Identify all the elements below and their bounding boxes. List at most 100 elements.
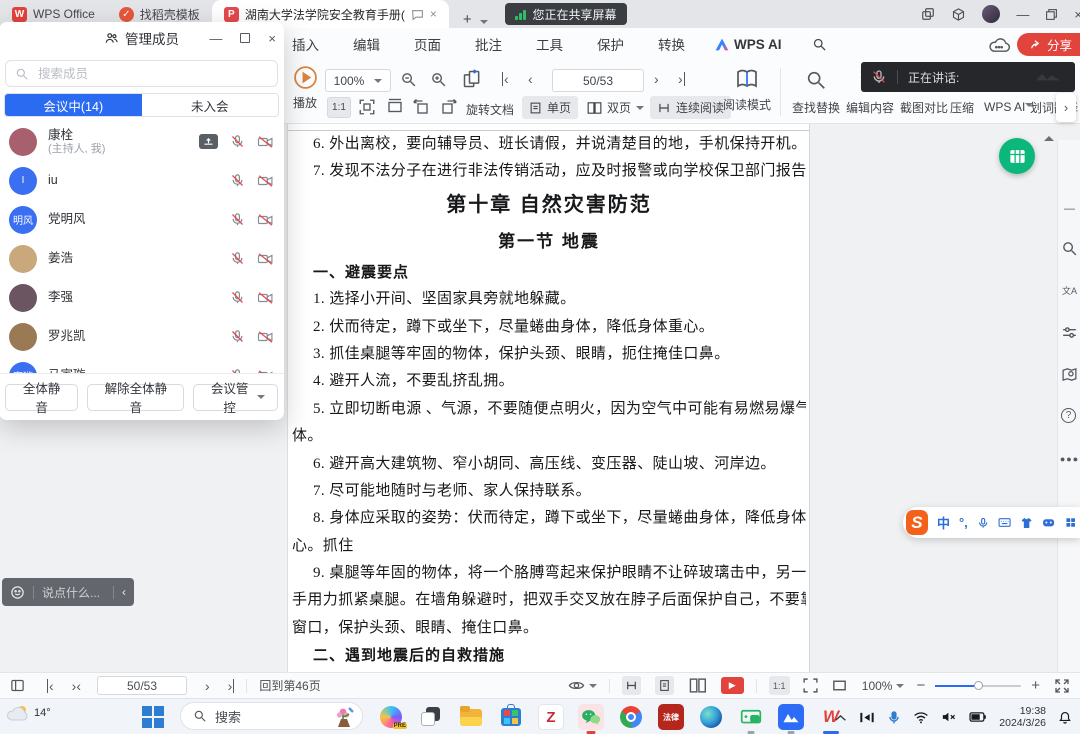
tray-expand-icon[interactable] xyxy=(834,713,847,722)
dock-search-icon[interactable] xyxy=(1061,240,1078,257)
camera-muted-icon[interactable] xyxy=(257,252,274,266)
start-button[interactable] xyxy=(140,704,166,730)
status-zoom-select[interactable]: 100% xyxy=(862,679,905,693)
restore-button[interactable] xyxy=(1045,8,1058,21)
chat-input-placeholder[interactable]: 说点什么... xyxy=(42,584,105,601)
last-page-button[interactable]: › xyxy=(678,72,685,86)
file-explorer-button[interactable] xyxy=(458,704,484,730)
member-search-input[interactable] xyxy=(36,66,268,82)
punctuation-icon[interactable]: °, xyxy=(959,515,968,530)
cloud-sync-icon[interactable] xyxy=(988,36,1010,53)
camera-muted-icon[interactable] xyxy=(257,330,274,344)
rotate-left-icon[interactable] xyxy=(412,98,430,116)
member-row[interactable]: I iu xyxy=(0,161,284,200)
tab-close-icon[interactable]: × xyxy=(430,7,437,21)
member-row[interactable]: 家璇 马家璇 xyxy=(0,356,284,373)
member-row[interactable]: 明风 党明风 xyxy=(0,200,284,239)
view-options-button[interactable] xyxy=(568,679,597,692)
collapse-chat-icon[interactable]: ‹ xyxy=(122,585,126,599)
status-continuous-icon[interactable] xyxy=(622,676,641,695)
meeting-app-button[interactable] xyxy=(778,704,804,730)
camera-muted-icon[interactable] xyxy=(257,213,274,227)
mic-muted-icon[interactable] xyxy=(230,134,245,149)
status-next-page-button[interactable]: › xyxy=(205,679,210,693)
pdf-page[interactable]: 6. 外出离校，要向辅导员、班长请假，并说清楚目的地，手机保持开机。7. 发现不… xyxy=(287,124,810,672)
mic-muted-icon[interactable] xyxy=(230,329,245,344)
menu-item[interactable]: 插入 xyxy=(292,34,319,54)
menu-item[interactable]: 页面 xyxy=(414,34,441,54)
mic-muted-icon[interactable] xyxy=(230,251,245,266)
dock-settings-sliders-icon[interactable] xyxy=(1061,324,1078,341)
ribbon-collapse-button[interactable]: › xyxy=(1056,93,1076,122)
zoom-out-button[interactable]: − xyxy=(916,677,925,694)
meeting-control-button[interactable]: 会议管控 xyxy=(193,384,278,411)
toolbox-grid-icon[interactable] xyxy=(1065,516,1076,529)
status-fit-screen-icon[interactable] xyxy=(802,677,819,694)
unmute-all-button[interactable]: 解除全体静音 xyxy=(87,384,184,411)
menu-item[interactable]: 工具 xyxy=(536,34,563,54)
status-actual-size-button[interactable]: 1:1 xyxy=(769,676,790,695)
member-row[interactable]: 罗兆凯 xyxy=(0,317,284,356)
close-button[interactable]: × xyxy=(1074,7,1080,22)
zoom-in-button[interactable] xyxy=(430,71,447,88)
member-row[interactable]: 康栓 (主持人, 我) xyxy=(0,122,284,161)
member-row[interactable]: 姜浩 xyxy=(0,239,284,278)
dock-help-icon[interactable]: ? xyxy=(1061,408,1076,423)
page-number-input[interactable]: 50/53 xyxy=(552,69,644,92)
menu-item[interactable]: 保护 xyxy=(597,34,624,54)
member-search-box[interactable] xyxy=(5,60,278,87)
dock-minimize-icon[interactable]: — xyxy=(1061,200,1078,217)
panel-close-button[interactable]: × xyxy=(268,31,276,46)
camera-muted-icon[interactable] xyxy=(257,174,274,188)
rotate-doc-label[interactable]: 旋转文档 xyxy=(466,101,514,118)
account-avatar[interactable] xyxy=(982,5,1000,23)
first-page-button[interactable]: ‹ xyxy=(502,72,509,86)
back-to-page-link[interactable]: 回到第46页 xyxy=(259,677,320,694)
continuous-read-toggle[interactable]: 连续阅读 xyxy=(650,96,731,119)
status-double-page-icon[interactable] xyxy=(688,677,707,694)
tray-wifi-icon[interactable] xyxy=(913,711,929,724)
status-fit-width-icon[interactable] xyxy=(831,677,848,694)
chrome-button[interactable] xyxy=(618,704,644,730)
play-button[interactable]: 播放 xyxy=(288,65,322,111)
rotate-right-icon[interactable] xyxy=(440,98,458,116)
soft-keyboard-icon[interactable] xyxy=(998,516,1011,529)
read-mode-button[interactable]: 阅读模式 xyxy=(722,65,772,113)
menu-search-icon[interactable] xyxy=(812,37,827,52)
double-page-toggle[interactable]: 双页 xyxy=(580,96,651,119)
meeting-tray-icon[interactable] xyxy=(859,711,875,724)
copilot-button[interactable]: PRE xyxy=(378,704,404,730)
smiley-icon[interactable] xyxy=(10,585,25,600)
find-replace-button[interactable]: 查找替换 xyxy=(788,65,844,116)
zoom-in-button[interactable]: + xyxy=(1031,677,1040,694)
next-page-button[interactable]: › xyxy=(654,72,659,86)
tray-volume-muted-icon[interactable] xyxy=(941,710,957,724)
taskbar-clock[interactable]: 19:38 2024/3/26 xyxy=(999,705,1046,729)
single-page-toggle[interactable]: 单页 xyxy=(522,96,578,119)
mic-muted-icon[interactable] xyxy=(230,212,245,227)
notification-bell-icon[interactable] xyxy=(1058,710,1072,725)
status-first-page-button[interactable]: ‹ xyxy=(47,679,54,693)
tab-not-joined[interactable]: 未入会 xyxy=(142,94,279,116)
status-last-page-button[interactable]: › xyxy=(228,679,235,693)
edge-button[interactable] xyxy=(698,704,724,730)
dock-more-icon[interactable]: ●●● xyxy=(1061,450,1078,467)
actual-size-button[interactable]: 1:1 xyxy=(327,97,351,118)
fit-width-icon[interactable] xyxy=(386,98,404,116)
meeting-chat-bubble[interactable]: 说点什么... ‹ xyxy=(2,578,134,606)
tab-layout-icon[interactable] xyxy=(921,7,935,21)
taskbar-search[interactable]: 搜索 xyxy=(180,702,363,730)
member-row[interactable]: 李强 xyxy=(0,278,284,317)
tab-list-caret-icon[interactable] xyxy=(480,20,488,28)
status-prev-page-button[interactable]: ›‹ xyxy=(72,679,81,693)
mute-all-button[interactable]: 全体静音 xyxy=(5,384,78,411)
menu-item[interactable]: 批注 xyxy=(475,34,502,54)
minimize-button[interactable]: — xyxy=(1016,7,1029,22)
zoom-slider-knob[interactable] xyxy=(974,681,983,690)
widget-collapse-arrow-icon[interactable] xyxy=(1044,131,1054,141)
autoplay-button[interactable]: ▶ xyxy=(721,677,744,694)
camera-muted-icon[interactable] xyxy=(257,135,274,149)
voice-input-icon[interactable] xyxy=(977,516,989,530)
prev-page-button[interactable]: ‹ xyxy=(528,72,533,86)
zoom-slider[interactable] xyxy=(935,685,1021,687)
